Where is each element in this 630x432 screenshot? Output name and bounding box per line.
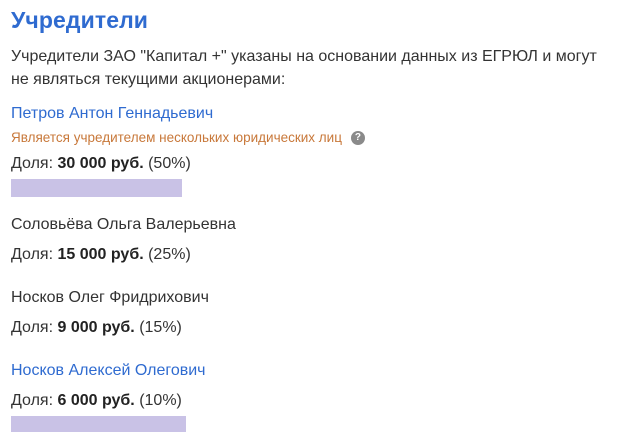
founder-name: Носков Олег Фридрихович xyxy=(11,289,209,306)
founders-section: Учредители Учредители ЗАО "Капитал +" ук… xyxy=(0,0,630,432)
founder-name-link[interactable]: Носков Алексей Олегович xyxy=(11,360,206,382)
founder-share: Доля: 30 000 руб. (50%) xyxy=(11,153,618,175)
section-intro: Учредители ЗАО "Капитал +" указаны на ос… xyxy=(11,48,597,88)
founder-item: Петров Антон Геннадьевич Является учреди… xyxy=(11,103,618,197)
founder-note-text: Является учредителем нескольких юридичес… xyxy=(11,130,342,145)
founder-note: Является учредителем нескольких юридичес… xyxy=(11,128,618,148)
founder-share: Доля: 15 000 руб. (25%) xyxy=(11,244,618,266)
share-label: Доля: xyxy=(11,155,54,172)
share-amount: 15 000 руб. xyxy=(57,246,144,263)
founder-item: Носков Алексей Олегович Доля: 6 000 руб.… xyxy=(11,360,618,432)
share-bar xyxy=(11,179,182,197)
share-percent: (50%) xyxy=(148,155,191,172)
founder-item: Соловьёва Ольга Валерьевна Доля: 15 000 … xyxy=(11,214,618,266)
founder-item: Носков Олег Фридрихович Доля: 9 000 руб.… xyxy=(11,287,618,339)
share-amount: 9 000 руб. xyxy=(57,319,135,336)
share-label: Доля: xyxy=(11,246,54,263)
founder-share: Доля: 6 000 руб. (10%) xyxy=(11,390,618,412)
share-percent: (15%) xyxy=(139,319,182,336)
share-label: Доля: xyxy=(11,392,54,409)
share-bar xyxy=(11,416,186,432)
question-circle-icon[interactable]: ? xyxy=(350,131,365,145)
section-title: Учредители xyxy=(11,7,149,33)
share-percent: (25%) xyxy=(148,246,191,263)
share-amount: 30 000 руб. xyxy=(57,155,144,172)
founder-share: Доля: 9 000 руб. (15%) xyxy=(11,317,618,339)
share-percent: (10%) xyxy=(139,392,182,409)
founder-name: Соловьёва Ольга Валерьевна xyxy=(11,216,236,233)
founder-name-link[interactable]: Петров Антон Геннадьевич xyxy=(11,103,213,125)
share-amount: 6 000 руб. xyxy=(57,392,135,409)
share-label: Доля: xyxy=(11,319,54,336)
